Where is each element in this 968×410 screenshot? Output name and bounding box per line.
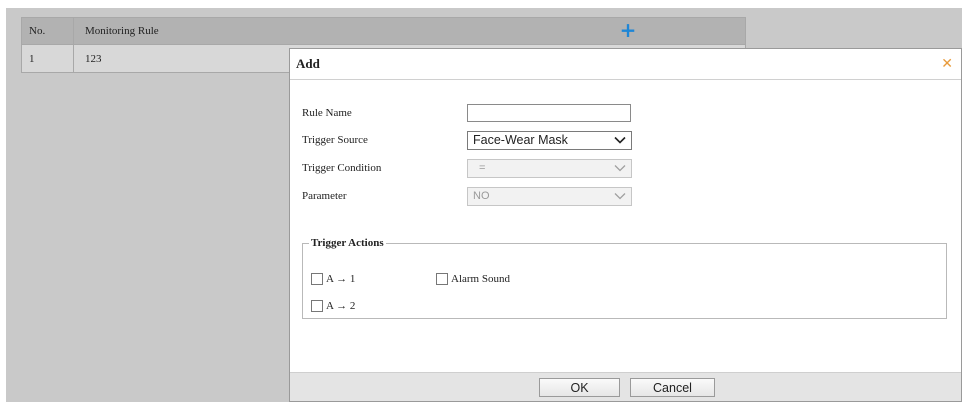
action-a-2[interactable]: A → 2 xyxy=(311,300,355,312)
action-a-2-checkbox[interactable] xyxy=(311,300,323,312)
trigger-source-select[interactable]: Face-Wear Mask xyxy=(467,130,632,150)
row-no: 1 xyxy=(22,45,74,72)
action-a-1-checkbox[interactable] xyxy=(311,273,323,285)
chevron-down-icon xyxy=(614,136,626,144)
chevron-down-icon xyxy=(614,193,626,200)
trigger-condition-select[interactable]: = xyxy=(467,158,632,178)
action-a-1-label: A → 1 xyxy=(326,273,356,285)
trigger-source-row: Trigger Source Face-Wear Mask xyxy=(302,130,632,150)
alarm-sound-checkbox[interactable] xyxy=(436,273,448,285)
rule-name-input[interactable] xyxy=(467,104,631,122)
rule-name-label: Rule Name xyxy=(302,107,352,119)
trigger-source-label: Trigger Source xyxy=(302,134,368,146)
parameter-select[interactable]: NO xyxy=(467,186,632,206)
parameter-label: Parameter xyxy=(302,190,347,202)
rule-name-row: Rule Name xyxy=(302,103,631,123)
cancel-button[interactable]: Cancel xyxy=(630,378,715,397)
close-icon[interactable]: ✕ xyxy=(941,57,953,71)
chevron-down-icon xyxy=(614,165,626,172)
trigger-condition-label: Trigger Condition xyxy=(302,162,382,174)
trigger-condition-value: = xyxy=(479,162,486,174)
page-overlay: No. Monitoring Rule 1 123 + Add ✕ Rule N… xyxy=(6,8,962,402)
trigger-actions-group: Trigger Actions A → 1 Alarm Sound A → 2 xyxy=(302,237,947,319)
ok-button[interactable]: OK xyxy=(539,378,620,397)
column-header-no: No. xyxy=(22,18,74,44)
dialog-footer: OK Cancel xyxy=(290,372,961,401)
dialog-title: Add xyxy=(296,56,320,71)
parameter-row: Parameter NO xyxy=(302,186,632,206)
add-rule-dialog: Add ✕ Rule Name Trigger Source Face-Wear… xyxy=(289,48,962,402)
action-a-1[interactable]: A → 1 xyxy=(311,273,355,285)
parameter-value: NO xyxy=(473,190,490,202)
plus-icon[interactable]: + xyxy=(617,19,639,41)
action-a-2-label: A → 2 xyxy=(326,300,356,312)
column-header-monitoring-rule: Monitoring Rule xyxy=(85,25,159,37)
trigger-source-value: Face-Wear Mask xyxy=(473,133,568,147)
trigger-condition-row: Trigger Condition = xyxy=(302,158,632,178)
alarm-sound-label: Alarm Sound xyxy=(451,273,510,285)
trigger-actions-legend: Trigger Actions xyxy=(311,237,384,249)
dialog-header: Add ✕ xyxy=(290,49,961,80)
action-alarm-sound[interactable]: Alarm Sound xyxy=(436,273,510,285)
